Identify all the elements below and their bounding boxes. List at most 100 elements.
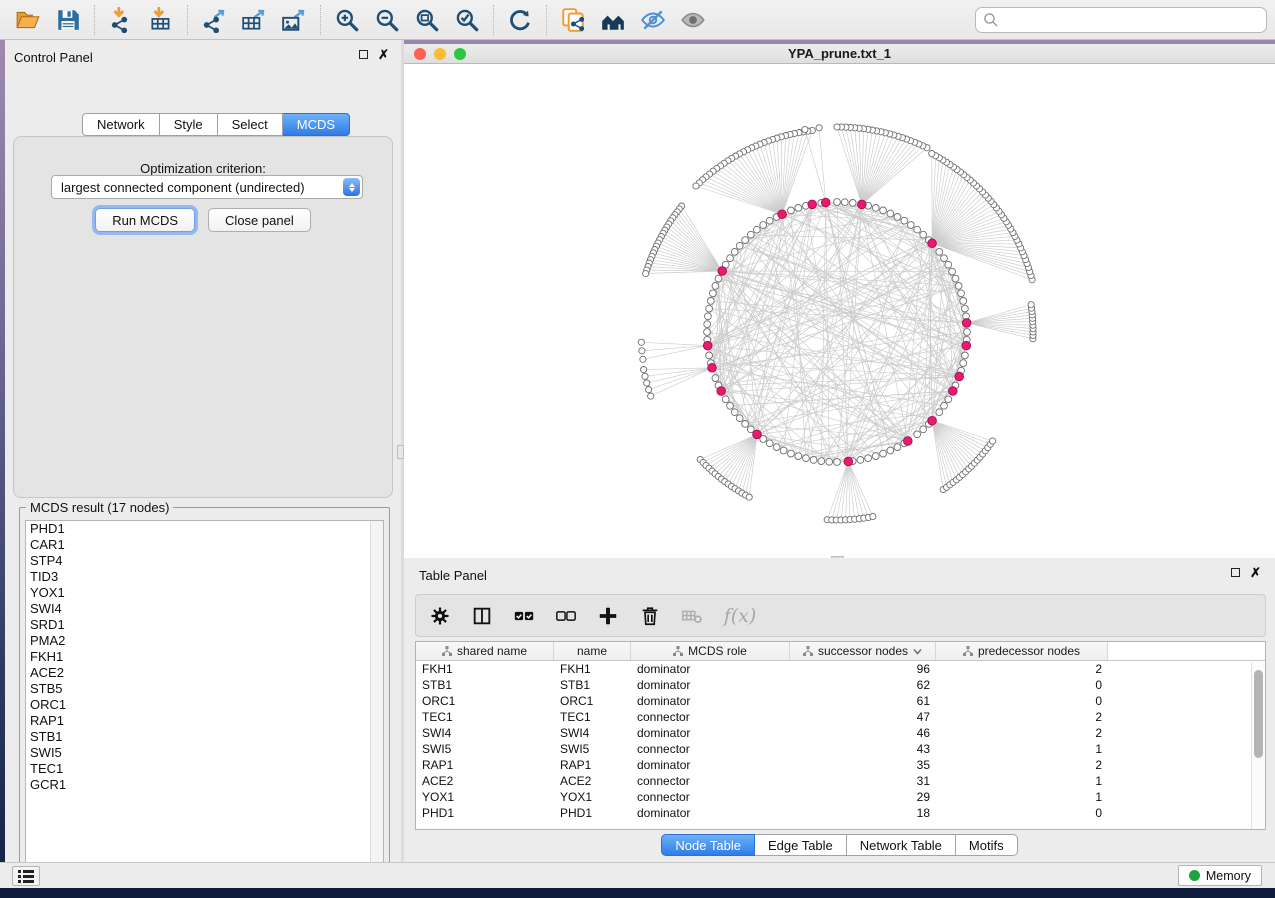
show-all-button[interactable] — [673, 3, 713, 37]
float-table-panel-icon[interactable] — [1231, 568, 1240, 577]
column-header-shared-name[interactable]: shared name — [416, 642, 554, 660]
mcds-result-item[interactable]: GCR1 — [26, 777, 383, 793]
add-button[interactable] — [594, 602, 622, 630]
export-table-button[interactable] — [234, 3, 274, 37]
mcds-result-item[interactable]: FKH1 — [26, 649, 383, 665]
clone-network-button[interactable] — [553, 3, 593, 37]
table-row[interactable]: ORC1ORC1dominator610 — [416, 693, 1265, 709]
mcds-tab-content: Optimization criterion: largest connecte… — [13, 136, 393, 498]
table-row[interactable]: YOX1YOX1connector291 — [416, 789, 1265, 805]
table-cell: 0 — [936, 694, 1108, 708]
table-row[interactable]: SWI4SWI4dominator462 — [416, 725, 1265, 741]
criterion-select-value: largest connected component (undirected) — [61, 180, 305, 195]
tab-edge-table[interactable]: Edge Table — [755, 834, 847, 856]
mcds-result-item[interactable]: SWI4 — [26, 601, 383, 617]
table-row[interactable]: SWI5SWI5connector431 — [416, 741, 1265, 757]
network-graph[interactable] — [404, 64, 1275, 558]
refresh-button[interactable] — [500, 3, 540, 37]
tab-style[interactable]: Style — [160, 113, 218, 136]
mcds-result-item[interactable]: PMA2 — [26, 633, 383, 649]
mcds-result-item[interactable]: TEC1 — [26, 761, 383, 777]
column-namespace-icon — [673, 646, 683, 656]
save-button[interactable] — [48, 3, 88, 37]
mcds-result-item[interactable]: TID3 — [26, 569, 383, 585]
tab-motifs[interactable]: Motifs — [956, 834, 1018, 856]
mcds-result-item[interactable]: ACE2 — [26, 665, 383, 681]
table-cell: ORC1 — [416, 694, 554, 708]
task-history-button[interactable] — [12, 866, 40, 886]
run-mcds-button[interactable]: Run MCDS — [95, 208, 195, 232]
optimization-criterion-label: Optimization criterion: — [14, 161, 392, 176]
tab-select[interactable]: Select — [218, 113, 283, 136]
first-neighbors-button[interactable] — [593, 3, 633, 37]
delete-icon — [639, 605, 661, 627]
table-row[interactable]: PHD1PHD1dominator180 — [416, 805, 1265, 821]
hide-selected-icon — [640, 7, 666, 33]
close-panel-button[interactable]: Close panel — [208, 208, 311, 232]
memory-button[interactable]: Memory — [1178, 865, 1262, 886]
minimize-window-light[interactable] — [434, 48, 446, 60]
search-input[interactable] — [975, 7, 1267, 33]
tab-network-table[interactable]: Network Table — [847, 834, 956, 856]
table-row[interactable]: ACE2ACE2connector311 — [416, 773, 1265, 789]
table-row[interactable]: RAP1RAP1dominator352 — [416, 757, 1265, 773]
table-cell: 35 — [790, 758, 936, 772]
mcds-result-item[interactable]: SRD1 — [26, 617, 383, 633]
tab-network[interactable]: Network — [82, 113, 160, 136]
column-header-predecessor-nodes[interactable]: predecessor nodes — [936, 642, 1108, 660]
table-row[interactable]: STB1STB1dominator620 — [416, 677, 1265, 693]
mcds-result-item[interactable]: STB5 — [26, 681, 383, 697]
toolbar-separator — [320, 5, 321, 35]
zoom-selected-button[interactable] — [447, 3, 487, 37]
add-icon — [597, 605, 619, 627]
mcds-result-item[interactable]: SWI5 — [26, 745, 383, 761]
deselect-all-button[interactable] — [552, 602, 580, 630]
import-table-icon — [148, 7, 174, 33]
import-table-button[interactable] — [141, 3, 181, 37]
import-network-button[interactable] — [101, 3, 141, 37]
mcds-result-item[interactable]: STB1 — [26, 729, 383, 745]
open-button[interactable] — [8, 3, 48, 37]
column-header-name[interactable]: name — [554, 642, 631, 660]
delete-button[interactable] — [636, 602, 664, 630]
criterion-select[interactable]: largest connected component (undirected) — [51, 175, 363, 199]
close-panel-icon[interactable]: ✗ — [378, 50, 389, 59]
network-window-titlebar[interactable]: YPA_prune.txt_1 — [404, 44, 1275, 64]
split-columns-button[interactable] — [468, 602, 496, 630]
table-row[interactable]: TEC1TEC1connector472 — [416, 709, 1265, 725]
float-panel-icon[interactable] — [359, 50, 368, 59]
main-toolbar — [0, 0, 1275, 40]
export-network-button[interactable] — [194, 3, 234, 37]
vertical-splitter-handle[interactable] — [397, 445, 404, 459]
mcds-result-item[interactable]: STP4 — [26, 553, 383, 569]
mcds-result-item[interactable]: RAP1 — [26, 713, 383, 729]
mcds-result-item[interactable]: YOX1 — [26, 585, 383, 601]
network-canvas[interactable] — [404, 64, 1275, 558]
table-scrollbar-thumb[interactable] — [1254, 670, 1263, 758]
tab-mcds[interactable]: MCDS — [283, 113, 350, 136]
mcds-result-item[interactable]: ORC1 — [26, 697, 383, 713]
table-scrollbar[interactable] — [1251, 662, 1265, 829]
settings-button[interactable] — [426, 602, 454, 630]
table-cell: STB1 — [554, 678, 631, 692]
export-image-button[interactable] — [274, 3, 314, 37]
tab-node-table[interactable]: Node Table — [661, 834, 755, 856]
mcds-list-scrollbar[interactable] — [370, 521, 383, 871]
close-table-panel-icon[interactable]: ✗ — [1250, 568, 1261, 577]
column-header-MCDS-role[interactable]: MCDS role — [631, 642, 790, 660]
control-panel-tabs: NetworkStyleSelectMCDS — [82, 113, 350, 136]
first-neighbors-icon — [600, 7, 626, 33]
zoom-out-button[interactable] — [367, 3, 407, 37]
zoom-fit-button[interactable] — [407, 3, 447, 37]
select-all-button[interactable] — [510, 602, 538, 630]
zoom-window-light[interactable] — [454, 48, 466, 60]
mcds-result-item[interactable]: CAR1 — [26, 537, 383, 553]
mcds-result-list[interactable]: PHD1CAR1STP4TID3YOX1SWI4SRD1PMA2FKH1ACE2… — [25, 520, 384, 872]
close-window-light[interactable] — [414, 48, 426, 60]
table-row[interactable]: FKH1FKH1dominator962 — [416, 661, 1265, 677]
column-header-successor-nodes[interactable]: successor nodes — [790, 642, 936, 660]
hide-selected-button[interactable] — [633, 3, 673, 37]
zoom-in-button[interactable] — [327, 3, 367, 37]
node-table: shared namenameMCDS rolesuccessor nodesp… — [415, 641, 1266, 830]
mcds-result-item[interactable]: PHD1 — [26, 521, 383, 537]
